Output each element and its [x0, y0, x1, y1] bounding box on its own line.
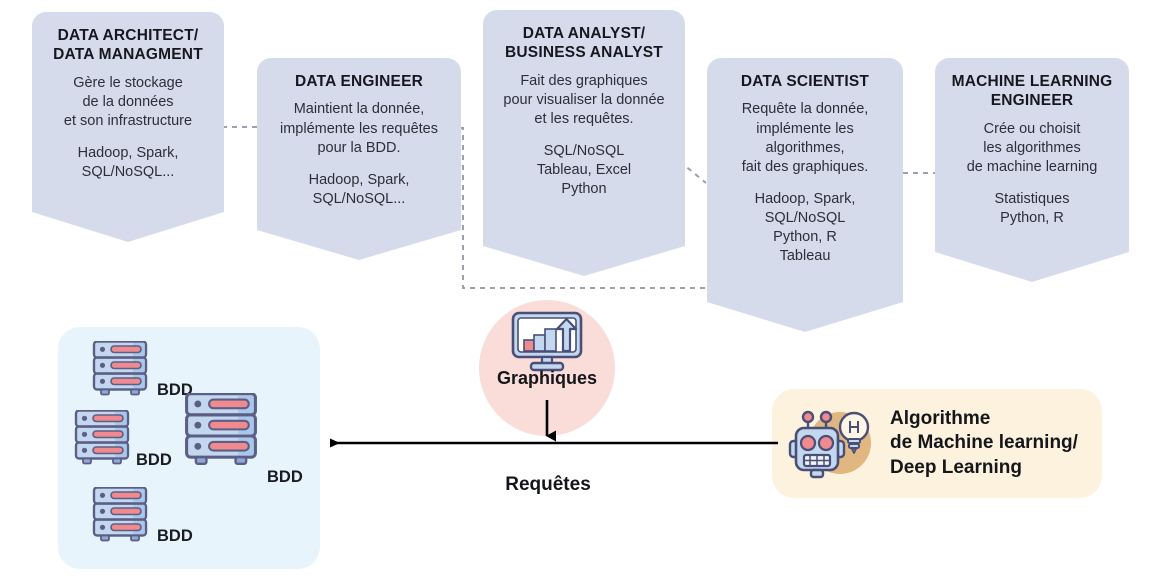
bdd-label-4: BDD — [157, 527, 193, 545]
algorithme-box[interactable]: Algorithme de Machine learning/ Deep Lea… — [772, 389, 1102, 498]
role-title: DATA ANALYST/ BUSINESS ANALYST — [505, 25, 663, 62]
card-tail-shape — [935, 248, 1129, 282]
role-card-body: DATA ENGINEER Maintient la donnée, implé… — [257, 58, 461, 226]
bdd-panel: BDD BDD BDD BDD — [58, 327, 320, 569]
card-tail-shape — [707, 298, 903, 332]
graphiques-icon-wrap — [507, 311, 587, 373]
card-tail-shape — [32, 208, 224, 242]
role-tools: Hadoop, Spark, SQL/NoSQL Python, R Table… — [754, 190, 856, 265]
role-description: Crée ou choisit les algorithmes de machi… — [966, 120, 1098, 175]
role-card-body: DATA ANALYST/ BUSINESS ANALYST Fait des … — [483, 10, 685, 242]
server-stack-icon — [185, 392, 257, 465]
bdd-server-group-4 — [89, 486, 151, 554]
bdd-label-2: BDD — [136, 451, 172, 469]
card-tail-shape — [483, 242, 685, 276]
role-tools: Hadoop, Spark, SQL/NoSQL... — [308, 171, 410, 207]
role-tools: Statistiques Python, R — [994, 191, 1070, 227]
graphiques-label: Graphiques — [496, 368, 598, 388]
algorithme-label: Algorithme de Machine learning/ Deep Lea… — [890, 408, 1078, 478]
role-description: Gère le stockage de la données et son in… — [63, 74, 193, 129]
server-stack-icon — [92, 340, 148, 396]
server-stack-icon — [92, 486, 148, 542]
monitor-bar-chart-icon — [511, 311, 583, 372]
role-title: DATA ARCHITECT/ DATA MANAGMENT — [53, 27, 203, 64]
server-stack-icon — [74, 409, 130, 465]
role-card-body: DATA ARCHITECT/ DATA MANAGMENT Gère le s… — [32, 12, 224, 208]
role-card-body: DATA SCIENTIST Requête la donnée, implém… — [707, 58, 903, 298]
bdd-server-group-3 — [180, 392, 262, 480]
diagram-canvas: DATA ARCHITECT/ DATA MANAGMENT Gère le s… — [0, 0, 1161, 588]
role-title: MACHINE LEARNING ENGINEER — [951, 73, 1113, 110]
card-tail-shape — [257, 226, 461, 260]
bdd-label-3: BDD — [267, 468, 303, 486]
role-card-machine-learning-engineer[interactable]: MACHINE LEARNING ENGINEER Crée ou choisi… — [935, 58, 1129, 282]
role-description: Maintient la donnée, implémente les requ… — [280, 101, 438, 156]
role-title: DATA ENGINEER — [294, 73, 424, 90]
role-description: Fait des graphiques pour visualiser la d… — [503, 72, 665, 127]
role-card-body: MACHINE LEARNING ENGINEER Crée ou choisi… — [935, 58, 1129, 248]
bdd-server-group-1 — [89, 340, 151, 408]
role-card-data-engineer[interactable]: DATA ENGINEER Maintient la donnée, implé… — [257, 58, 461, 260]
role-card-data-scientist[interactable]: DATA SCIENTIST Requête la donnée, implém… — [707, 58, 903, 332]
role-tools: SQL/NoSQL Tableau, Excel Python — [536, 143, 632, 198]
requetes-label: Requêtes — [505, 474, 591, 495]
role-title: DATA SCIENTIST — [740, 73, 870, 90]
role-card-data-architect[interactable]: DATA ARCHITECT/ DATA MANAGMENT Gère le s… — [32, 12, 224, 242]
robot-lightbulb-icon — [788, 410, 871, 478]
role-tools: Hadoop, Spark, SQL/NoSQL... — [77, 145, 179, 181]
role-card-data-analyst[interactable]: DATA ANALYST/ BUSINESS ANALYST Fait des … — [483, 10, 685, 276]
role-description: Requête la donnée, implémente les algori… — [741, 101, 869, 175]
bdd-server-group-2 — [71, 409, 133, 477]
